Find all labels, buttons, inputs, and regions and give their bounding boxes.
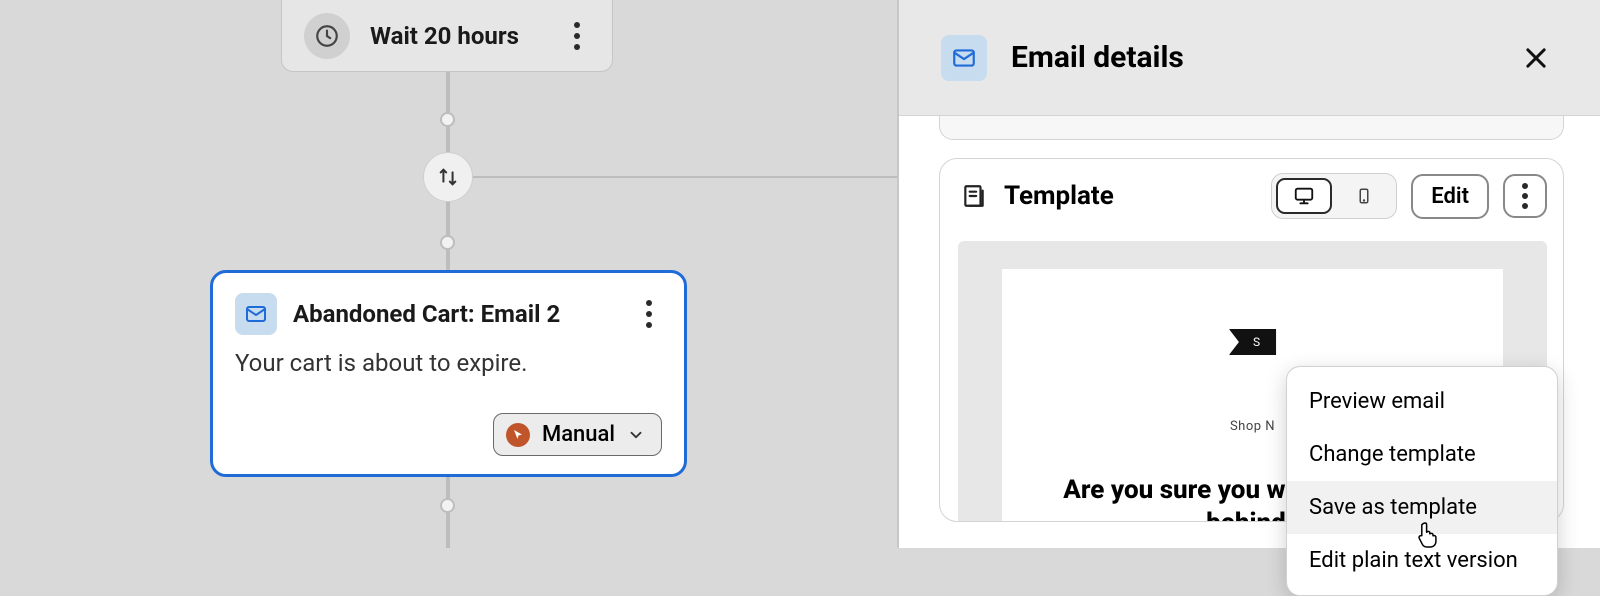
mobile-icon	[1355, 185, 1373, 207]
email-node-title: Abandoned Cart: Email 2	[293, 300, 620, 328]
collapsed-section[interactable]	[939, 116, 1564, 140]
template-icon	[958, 180, 990, 212]
edit-label: Edit	[1431, 184, 1469, 209]
close-icon	[1522, 44, 1550, 72]
segment-button[interactable]: Manual	[493, 413, 662, 456]
swap-icon	[437, 166, 459, 188]
workflow-canvas[interactable]: Wait 20 hours Abandoned Cart: Email 2 Yo…	[0, 0, 897, 548]
edit-template-button[interactable]: Edit	[1411, 174, 1489, 219]
branch-line	[473, 176, 899, 178]
menu-item-change-template[interactable]: Change template	[1287, 428, 1557, 481]
email-icon	[235, 293, 277, 335]
connector-node[interactable]	[440, 112, 455, 127]
panel-header: Email details	[899, 0, 1600, 116]
preview-banner: S	[1229, 329, 1276, 355]
menu-item-save-as-template[interactable]: Save as template	[1287, 481, 1557, 534]
email-node-description: Your cart is about to expire.	[235, 349, 662, 413]
close-button[interactable]	[1518, 40, 1554, 76]
segment-label: Manual	[542, 422, 615, 447]
chevron-down-icon	[627, 426, 645, 444]
template-menu-button[interactable]	[1503, 174, 1547, 218]
menu-item-edit-plaintext[interactable]: Edit plain text version	[1287, 534, 1557, 587]
wait-node-menu-button[interactable]	[564, 16, 590, 56]
cursor-icon	[506, 423, 530, 447]
device-toggle	[1271, 173, 1397, 219]
kebab-icon	[1512, 183, 1538, 209]
email-node-card[interactable]: Abandoned Cart: Email 2 Your cart is abo…	[210, 270, 687, 477]
desktop-preview-button[interactable]	[1276, 178, 1332, 214]
clock-icon	[304, 13, 350, 59]
email-node-menu-button[interactable]	[636, 294, 662, 334]
email-details-panel: Email details Template	[897, 0, 1600, 548]
desktop-icon	[1293, 185, 1315, 207]
wait-node-label: Wait 20 hours	[370, 22, 544, 50]
merge-node[interactable]	[423, 152, 473, 202]
mobile-preview-button[interactable]	[1336, 178, 1392, 214]
email-icon	[941, 35, 987, 81]
template-label: Template	[1004, 181, 1257, 211]
wait-node-card[interactable]: Wait 20 hours	[281, 0, 613, 72]
connector-node[interactable]	[440, 235, 455, 250]
connector-node[interactable]	[440, 498, 455, 513]
panel-title: Email details	[1011, 40, 1494, 75]
template-menu-dropdown: Preview email Change template Save as te…	[1286, 366, 1558, 596]
menu-item-preview-email[interactable]: Preview email	[1287, 375, 1557, 428]
